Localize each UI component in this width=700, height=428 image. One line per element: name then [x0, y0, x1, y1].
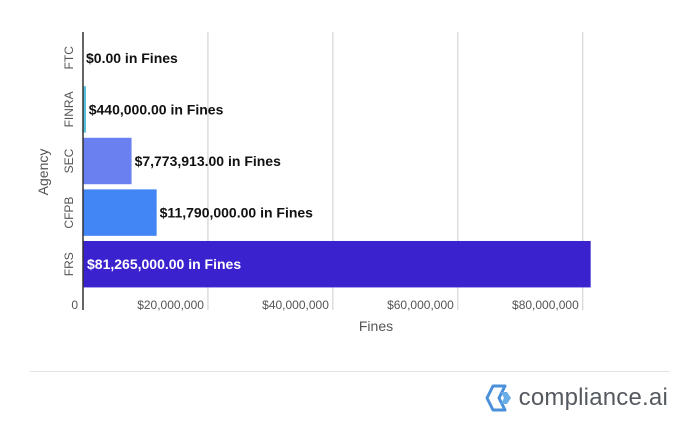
x-tick-label: $60,000,000 [387, 298, 454, 312]
bar-data-label: $11,790,000.00 in Fines [160, 205, 314, 221]
x-tick-label: $20,000,000 [137, 298, 204, 312]
y-category-label: SEC [62, 148, 76, 173]
x-tick-labels: 0 $20,000,000 $40,000,000 $60,000,000 $80,00… [71, 298, 579, 312]
y-category-label: FINRA [62, 91, 76, 127]
brand-name: compliance.ai [518, 384, 668, 411]
brand-logo[interactable]: compliance.ai [485, 384, 668, 412]
bar-data-label: $0.00 in Fines [86, 50, 178, 66]
x-tick-label: $40,000,000 [262, 298, 329, 312]
y-category-label: FTC [62, 46, 76, 70]
x-tick-label: 0 [71, 298, 78, 312]
x-tick-label: $80,000,000 [512, 298, 579, 312]
bar-data-label: $7,773,913.00 in Fines [135, 153, 282, 169]
footer-divider [30, 371, 670, 372]
bar-sec [83, 137, 132, 185]
y-axis-title: Agency [35, 149, 51, 196]
bar-chart: 0 $20,000,000 $40,000,000 $60,000,000 $80,00… [35, 32, 591, 334]
y-category-label: CFPB [62, 197, 76, 229]
bar-data-label: $81,265,000.00 in Fines [87, 256, 241, 272]
y-category-labels: FTC FINRA SEC CFPB FRS [62, 46, 76, 276]
y-category-label: FRS [62, 252, 76, 276]
bar-cfpb [83, 189, 157, 236]
compliance-ai-logo-icon [485, 384, 511, 412]
x-axis-title: Fines [359, 318, 393, 334]
bar-data-label: $440,000.00 in Fines [89, 101, 224, 117]
